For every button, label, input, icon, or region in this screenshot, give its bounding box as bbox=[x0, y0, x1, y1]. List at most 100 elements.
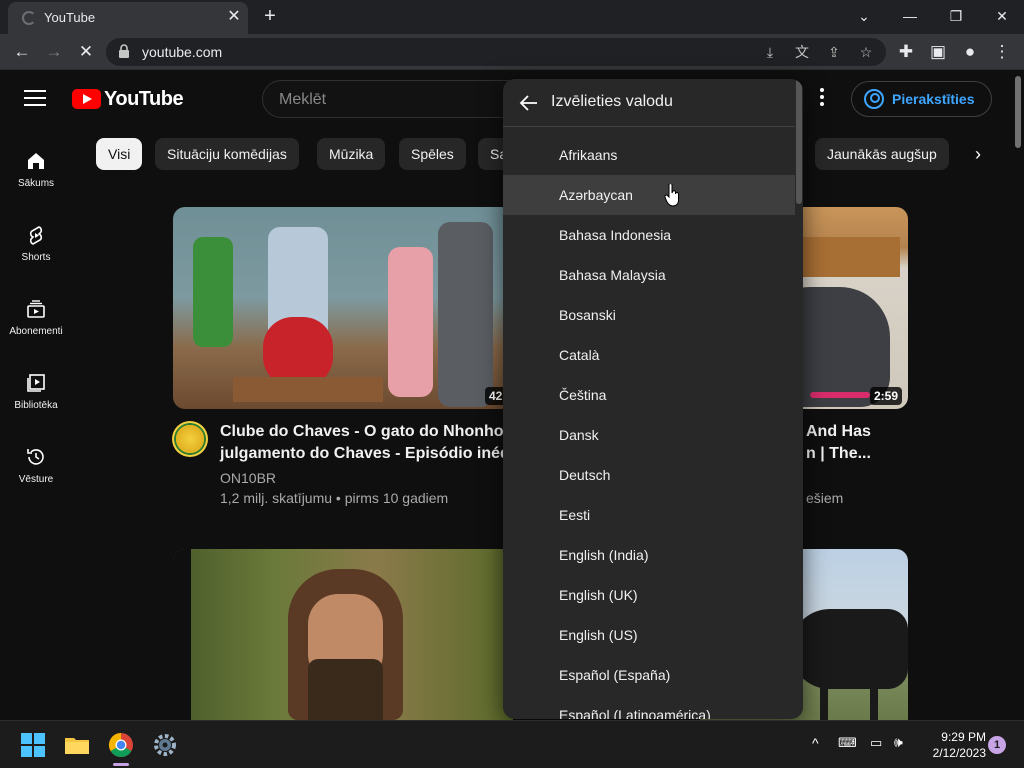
language-menu-scrollbar[interactable] bbox=[795, 79, 803, 719]
chip-sitcoms[interactable]: Situāciju komēdijas bbox=[155, 138, 299, 170]
video-title-line: And Has bbox=[806, 423, 871, 440]
address-bar[interactable]: youtube.com ⤓ 文 ⇪ ☆ bbox=[106, 38, 886, 66]
close-tab-icon[interactable]: ✕ bbox=[224, 7, 244, 27]
guide-label: Shorts bbox=[21, 252, 51, 263]
language-option[interactable]: Català bbox=[503, 335, 795, 375]
language-option-label: Bahasa Indonesia bbox=[559, 227, 672, 243]
bookmark-star-icon[interactable]: ☆ bbox=[856, 42, 876, 62]
sign-in-button[interactable]: Pierakstīties bbox=[851, 81, 992, 117]
profile-icon[interactable]: ● bbox=[956, 38, 984, 66]
language-option[interactable]: Bahasa Malaysia bbox=[503, 255, 795, 295]
system-clock[interactable]: 9:29 PM 2/12/2023 bbox=[922, 729, 986, 761]
language-option[interactable]: Čeština bbox=[503, 375, 795, 415]
guide-item-shorts[interactable]: Shorts bbox=[0, 218, 72, 276]
guide-item-history[interactable]: Vēsture bbox=[0, 440, 72, 498]
minimize-button[interactable]: — bbox=[888, 2, 932, 30]
youtube-logo[interactable]: YouTube bbox=[72, 88, 184, 110]
chip-music[interactable]: Mūzika bbox=[317, 138, 386, 170]
guide-label: Abonementi bbox=[9, 326, 63, 337]
side-panel-icon[interactable]: ▣ bbox=[924, 38, 952, 66]
language-option[interactable]: Dansk bbox=[503, 415, 795, 455]
language-menu-scrollbar-thumb[interactable] bbox=[796, 79, 802, 204]
thumbnail-figure bbox=[193, 237, 233, 347]
chip-recently-uploaded[interactable]: Jaunākās augšup bbox=[815, 138, 949, 170]
back-arrow-icon[interactable] bbox=[517, 91, 541, 115]
guide-label: Sākums bbox=[17, 178, 55, 189]
clock-date: 2/12/2023 bbox=[932, 746, 986, 760]
file-explorer-icon[interactable] bbox=[63, 731, 91, 759]
language-option[interactable]: Bahasa Indonesia bbox=[503, 215, 795, 255]
guide-label: Bibliotēka bbox=[14, 400, 58, 411]
library-icon bbox=[27, 374, 45, 392]
page-scrollbar-thumb[interactable] bbox=[1015, 76, 1021, 148]
shorts-icon bbox=[29, 226, 43, 245]
page-scrollbar[interactable] bbox=[1012, 70, 1024, 720]
language-option[interactable]: English (US) bbox=[503, 615, 795, 655]
language-option[interactable]: Español (Latinoamérica) bbox=[503, 695, 795, 719]
guide-item-home[interactable]: Sākums bbox=[0, 144, 72, 202]
share-icon[interactable]: ⇪ bbox=[824, 42, 844, 62]
language-option[interactable]: English (UK) bbox=[503, 575, 795, 615]
settings-gear-icon[interactable] bbox=[151, 731, 179, 759]
browser-tab[interactable]: YouTube ✕ bbox=[8, 2, 248, 34]
volume-icon[interactable]: 🕪 bbox=[894, 734, 914, 752]
thumbnail-figure bbox=[438, 222, 493, 407]
video-title[interactable]: Clube do Chaves - O gato do Nhonho e o j… bbox=[220, 421, 528, 465]
channel-avatar[interactable] bbox=[172, 421, 208, 457]
search-input[interactable]: Meklēt bbox=[262, 80, 522, 118]
chrome-menu-icon[interactable]: ⋮ bbox=[988, 38, 1016, 66]
language-option[interactable]: Español (España) bbox=[503, 655, 795, 695]
notification-badge[interactable]: 1 bbox=[988, 736, 1006, 754]
video-title-line: n | The... bbox=[806, 445, 871, 462]
forward-icon[interactable]: → bbox=[40, 38, 68, 66]
translate-icon[interactable]: 文 bbox=[792, 42, 812, 62]
language-option[interactable]: Bosanski bbox=[503, 295, 795, 335]
thumbnail-letterbox bbox=[173, 549, 191, 720]
youtube-play-icon bbox=[72, 89, 101, 109]
language-option-label: Čeština bbox=[559, 387, 607, 403]
window-close-button[interactable]: ✕ bbox=[980, 2, 1024, 30]
language-option-label: Azərbaycan bbox=[559, 187, 633, 203]
video-thumbnail[interactable] bbox=[173, 549, 513, 720]
back-icon[interactable]: ← bbox=[8, 38, 36, 66]
thumbnail-cabinet bbox=[800, 237, 900, 277]
restore-button[interactable]: ❐ bbox=[934, 2, 978, 30]
hand-cursor-icon bbox=[664, 184, 679, 207]
guide-item-library[interactable]: Bibliotēka bbox=[0, 366, 72, 424]
language-option[interactable]: English (India) bbox=[503, 535, 795, 575]
thumbnail-table bbox=[233, 377, 383, 402]
language-option[interactable]: Deutsch bbox=[503, 455, 795, 495]
video-duration: 2:59 bbox=[870, 387, 903, 405]
channel-name[interactable]: ON10BR bbox=[220, 470, 276, 486]
thumbnail-figure bbox=[388, 247, 433, 397]
network-icon[interactable]: ▭ bbox=[870, 735, 888, 753]
stop-loading-icon[interactable]: ✕ bbox=[72, 38, 100, 66]
tray-chevron-up-icon[interactable]: ^ bbox=[812, 735, 828, 753]
sign-in-label: Pierakstīties bbox=[892, 91, 975, 107]
lock-icon bbox=[119, 44, 129, 58]
extensions-icon[interactable]: ✚ bbox=[892, 38, 920, 66]
settings-kebab-icon[interactable] bbox=[812, 88, 832, 108]
language-option-label: Eesti bbox=[559, 507, 591, 523]
account-icon bbox=[864, 89, 884, 109]
guide-menu-icon[interactable] bbox=[24, 90, 46, 106]
video-title[interactable]: And Has n | The... bbox=[806, 421, 906, 465]
new-tab-button[interactable]: + bbox=[258, 4, 282, 28]
language-option-label: Bahasa Malaysia bbox=[559, 267, 666, 283]
language-option[interactable]: Eesti bbox=[503, 495, 795, 535]
guide-item-subscriptions[interactable]: Abonementi bbox=[0, 292, 72, 350]
install-app-icon[interactable]: ⤓ bbox=[760, 42, 780, 62]
chevron-right-icon[interactable]: › bbox=[966, 142, 990, 166]
language-option-label: English (India) bbox=[559, 547, 649, 563]
chip-games[interactable]: Spēles bbox=[399, 138, 466, 170]
video-thumbnail[interactable]: 42 bbox=[173, 207, 513, 409]
language-option[interactable]: Afrikaans bbox=[503, 135, 795, 175]
chip-all[interactable]: Visi bbox=[96, 138, 143, 170]
windows-start-icon[interactable] bbox=[19, 731, 47, 759]
thumbnail-collar bbox=[810, 392, 870, 398]
tab-search-icon[interactable]: ⌄ bbox=[842, 2, 886, 30]
language-option[interactable]: Azərbaycan bbox=[503, 175, 795, 215]
chrome-taskbar-icon[interactable] bbox=[107, 731, 135, 759]
keyboard-icon[interactable]: ⌨ bbox=[838, 735, 858, 753]
thumbnail-horse-leg bbox=[820, 669, 828, 720]
